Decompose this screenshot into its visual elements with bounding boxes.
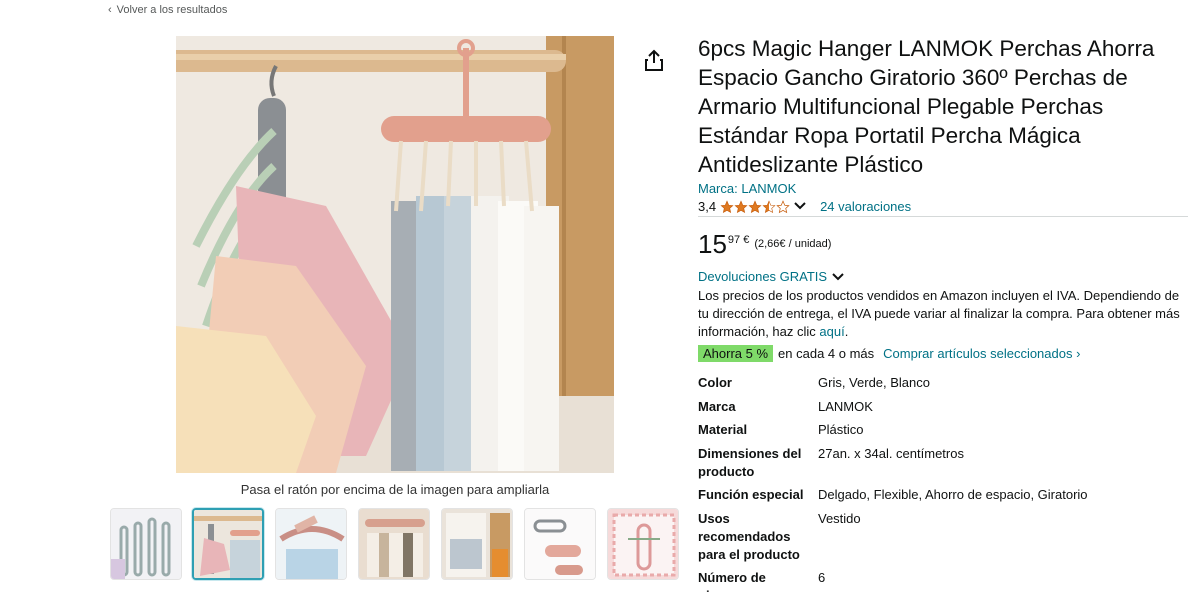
- chevron-left-icon: ‹: [108, 4, 112, 16]
- thumbnail-3[interactable]: [275, 508, 347, 580]
- share-icon[interactable]: [643, 48, 665, 72]
- thumbnail-5[interactable]: [441, 508, 513, 580]
- price-whole: 15: [698, 229, 727, 259]
- star-half-icon: [762, 199, 776, 213]
- vat-text: Los precios de los productos vendidos en…: [698, 288, 1180, 339]
- spec-key: Función especial: [698, 487, 804, 502]
- promotion: Ahorra 5 % en cada 4 o más Comprar artíc…: [698, 345, 1080, 362]
- price: 15 97 € (2,66€ / unidad): [698, 230, 831, 258]
- rating-row: 3,4 24 valoraciones: [698, 199, 911, 214]
- spec-value: LANMOK: [818, 399, 873, 414]
- chevron-down-icon: [832, 272, 844, 280]
- back-label: Volver a los resultados: [116, 4, 228, 16]
- spec-value: 27an. x 34al. centímetros: [818, 446, 964, 461]
- spec-key: Marca: [698, 399, 736, 414]
- promo-text: en cada 4 o más: [778, 346, 875, 361]
- zoom-hint: Pasa el ratón por encima de la imagen pa…: [240, 482, 550, 497]
- vat-end: .: [844, 324, 849, 339]
- unit-price: (2,66€ / unidad): [754, 238, 832, 250]
- free-returns-link[interactable]: Devoluciones GRATIS: [698, 269, 844, 284]
- spec-key: Material: [698, 422, 748, 437]
- reviews-link[interactable]: 24 valoraciones: [820, 199, 911, 214]
- spec-value: Gris, Verde, Blanco: [818, 375, 930, 390]
- spec-key: Usos recomendados para el producto: [698, 511, 800, 562]
- back-to-results-link[interactable]: ‹ Volver a los resultados: [108, 4, 227, 16]
- spec-value: Vestido: [818, 511, 861, 526]
- spec-value: Plástico: [818, 422, 864, 437]
- price-fraction: 97 €: [727, 234, 750, 246]
- hangers-photo: [176, 36, 614, 473]
- star-full-icon: [748, 199, 762, 213]
- thumbnail-1[interactable]: [110, 508, 182, 580]
- promo-badge: Ahorra 5 %: [698, 345, 774, 362]
- thumbnail-2[interactable]: [192, 508, 264, 580]
- rating-value: 3,4: [698, 199, 717, 214]
- star-full-icon: [734, 199, 748, 213]
- star-full-icon: [720, 199, 734, 213]
- spec-key: Dimensiones del producto: [698, 446, 802, 479]
- product-title: 6pcs Magic Hanger LANMOK Perchas Ahorra …: [698, 36, 1155, 177]
- spec-value: Delgado, Flexible, Ahorro de espacio, Gi…: [818, 487, 1088, 502]
- brand-link[interactable]: Marca: LANMOK: [698, 181, 796, 196]
- vat-notice: Los precios de los productos vendidos en…: [698, 287, 1190, 341]
- spec-key: Color: [698, 375, 732, 390]
- chevron-down-icon[interactable]: [794, 199, 806, 214]
- thumbnail-strip: [110, 508, 680, 582]
- thumbnail-4[interactable]: [358, 508, 430, 580]
- vat-more-info-link[interactable]: aquí: [819, 324, 844, 339]
- thumbnail-7[interactable]: [607, 508, 679, 580]
- spec-key: Número de piezas: [698, 570, 766, 592]
- spec-value: 6: [818, 570, 826, 585]
- main-product-image[interactable]: [176, 36, 614, 473]
- returns-label: Devoluciones GRATIS: [698, 269, 828, 284]
- star-rating[interactable]: [720, 199, 790, 214]
- star-empty-icon: [776, 199, 790, 213]
- thumbnail-6[interactable]: [524, 508, 596, 580]
- divider: [698, 216, 1188, 217]
- promo-shop-link[interactable]: Comprar artículos seleccionados ›: [883, 346, 1080, 361]
